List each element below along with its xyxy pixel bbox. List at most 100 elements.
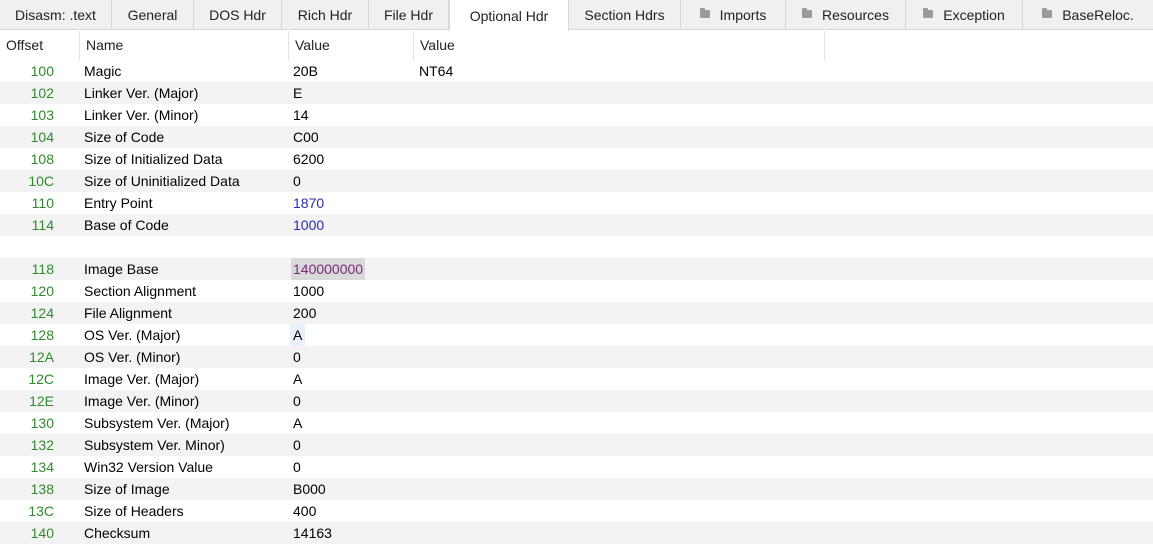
value-cell[interactable]: A [293,412,302,434]
name-cell: OS Ver. (Major) [84,327,181,343]
name-cell: Image Base [84,261,159,277]
offset-cell: 118 [31,261,54,277]
table-row[interactable]: 118 Image Base 140000000 [0,258,1153,280]
folder-icon [802,8,813,18]
value-cell[interactable]: 14 [293,104,309,126]
tab-rich-hdr[interactable]: Rich Hdr [282,0,369,30]
table-row[interactable]: 130 Subsystem Ver. (Major) A [0,412,1153,434]
table-row[interactable]: 132 Subsystem Ver. Minor) 0 [0,434,1153,456]
base-of-code-link[interactable]: 1000 [293,214,324,236]
name-cell: Entry Point [84,195,153,211]
offset-cell: 108 [30,151,54,167]
name-cell: Linker Ver. (Major) [84,85,199,101]
name-cell: Base of Code [84,217,169,233]
tab-exception[interactable]: Exception [906,0,1023,30]
tab-file-hdr[interactable]: File Hdr [369,0,449,30]
name-cell: Size of Uninitialized Data [84,173,240,189]
tab-basereloc[interactable]: BaseReloc. [1023,0,1153,30]
focused-value[interactable]: A [290,324,306,346]
column-header-value-2[interactable]: Value [414,31,825,60]
value-cell-focused[interactable]: A [290,324,306,346]
table-row[interactable]: 114 Base of Code 1000 [0,214,1153,236]
table-row[interactable]: 103 Linker Ver. (Minor) 14 [0,104,1153,126]
value-cell[interactable]: A [293,368,302,390]
offset-cell: 12E [29,393,54,409]
separator-row [0,236,1153,258]
value-cell[interactable]: 0 [293,346,301,368]
table-row[interactable]: 134 Win32 Version Value 0 [0,456,1153,478]
tab-label: File Hdr [383,7,433,23]
column-header-offset[interactable]: Offset [0,31,80,60]
name-cell: Size of Code [84,129,165,145]
value-cell[interactable]: 0 [293,434,301,456]
tab-label: Exception [943,7,1005,23]
table-row[interactable]: 10C Size of Uninitialized Data 0 [0,170,1153,192]
offset-cell: 114 [31,217,54,233]
value-cell[interactable]: 0 [293,456,301,478]
name-cell: Subsystem Ver. (Major) [84,415,230,431]
value-cell[interactable]: E [293,82,302,104]
tab-label: DOS Hdr [209,7,266,23]
value-cell[interactable]: 14163 [293,522,332,544]
offset-cell: 102 [30,85,54,101]
table-row[interactable]: 104 Size of Code C00 [0,126,1153,148]
name-cell: Magic [84,63,122,79]
offset-cell: 12A [29,349,54,365]
table-header: Offset Name Value Value [0,31,1153,60]
value-cell[interactable]: 1000 [293,280,324,302]
table-row[interactable]: 108 Size of Initialized Data 6200 [0,148,1153,170]
table-row[interactable]: 138 Size of Image B000 [0,478,1153,500]
value-cell-selected[interactable]: 140000000 [291,258,366,280]
folder-icon [699,8,710,18]
folder-icon [923,8,934,18]
offset-cell: 10C [28,173,54,189]
value-cell[interactable]: 0 [293,390,301,412]
value-cell[interactable]: B000 [293,478,326,500]
name-cell: Win32 Version Value [84,459,213,475]
tab-dos-hdr[interactable]: DOS Hdr [194,0,282,30]
offset-cell: 132 [30,437,54,453]
tab-label: Rich Hdr [297,7,353,23]
column-header-value[interactable]: Value [289,31,414,60]
offset-cell: 128 [30,327,54,343]
offset-cell: 140 [30,525,54,541]
tab-label: Section Hdrs [584,7,665,23]
table-row[interactable]: 102 Linker Ver. (Major) E [0,82,1153,104]
table-row[interactable]: 110 Entry Point 1870 [0,192,1153,214]
tab-label: Disasm: .text [15,7,96,23]
value-description-cell: NT64 [419,63,454,79]
value-cell[interactable]: 0 [293,170,301,192]
tab-disasm-text[interactable]: Disasm: .text [0,0,112,30]
value-cell[interactable]: 6200 [293,148,324,170]
selected-value[interactable]: 140000000 [291,258,366,280]
table-row[interactable]: 128 OS Ver. (Major) A [0,324,1153,346]
table-row[interactable]: 12E Image Ver. (Minor) 0 [0,390,1153,412]
offset-cell: 12C [28,371,54,387]
table-row[interactable]: 140 Checksum 14163 [0,522,1153,544]
name-cell: Size of Image [84,481,170,497]
tab-optional-hdr[interactable]: Optional Hdr [449,0,569,31]
table-row[interactable]: 100 Magic 20B NT64 [0,60,1153,82]
value-cell[interactable]: 200 [293,302,316,324]
column-header-name[interactable]: Name [80,31,289,60]
offset-cell: 103 [30,107,54,123]
table-row[interactable]: 13C Size of Headers 400 [0,500,1153,522]
value-cell[interactable]: 20B [293,60,318,82]
name-cell: Section Alignment [84,283,197,299]
table-row[interactable]: 12A OS Ver. (Minor) 0 [0,346,1153,368]
value-cell[interactable]: C00 [293,126,319,148]
name-cell: Size of Headers [84,503,184,519]
offset-cell: 124 [30,305,54,321]
tab-imports[interactable]: Imports [681,0,786,30]
tab-bar: Disasm: .text General DOS Hdr Rich Hdr F… [0,0,1153,31]
table-row[interactable]: 12C Image Ver. (Major) A [0,368,1153,390]
tab-general[interactable]: General [112,0,194,30]
tab-resources[interactable]: Resources [786,0,906,30]
table-row[interactable]: 120 Section Alignment 1000 [0,280,1153,302]
value-cell[interactable]: 400 [293,500,316,522]
offset-cell: 100 [30,63,54,79]
table-row[interactable]: 124 File Alignment 200 [0,302,1153,324]
tab-section-hdrs[interactable]: Section Hdrs [569,0,681,30]
name-cell: Image Ver. (Minor) [84,393,200,409]
entry-point-link[interactable]: 1870 [293,192,324,214]
